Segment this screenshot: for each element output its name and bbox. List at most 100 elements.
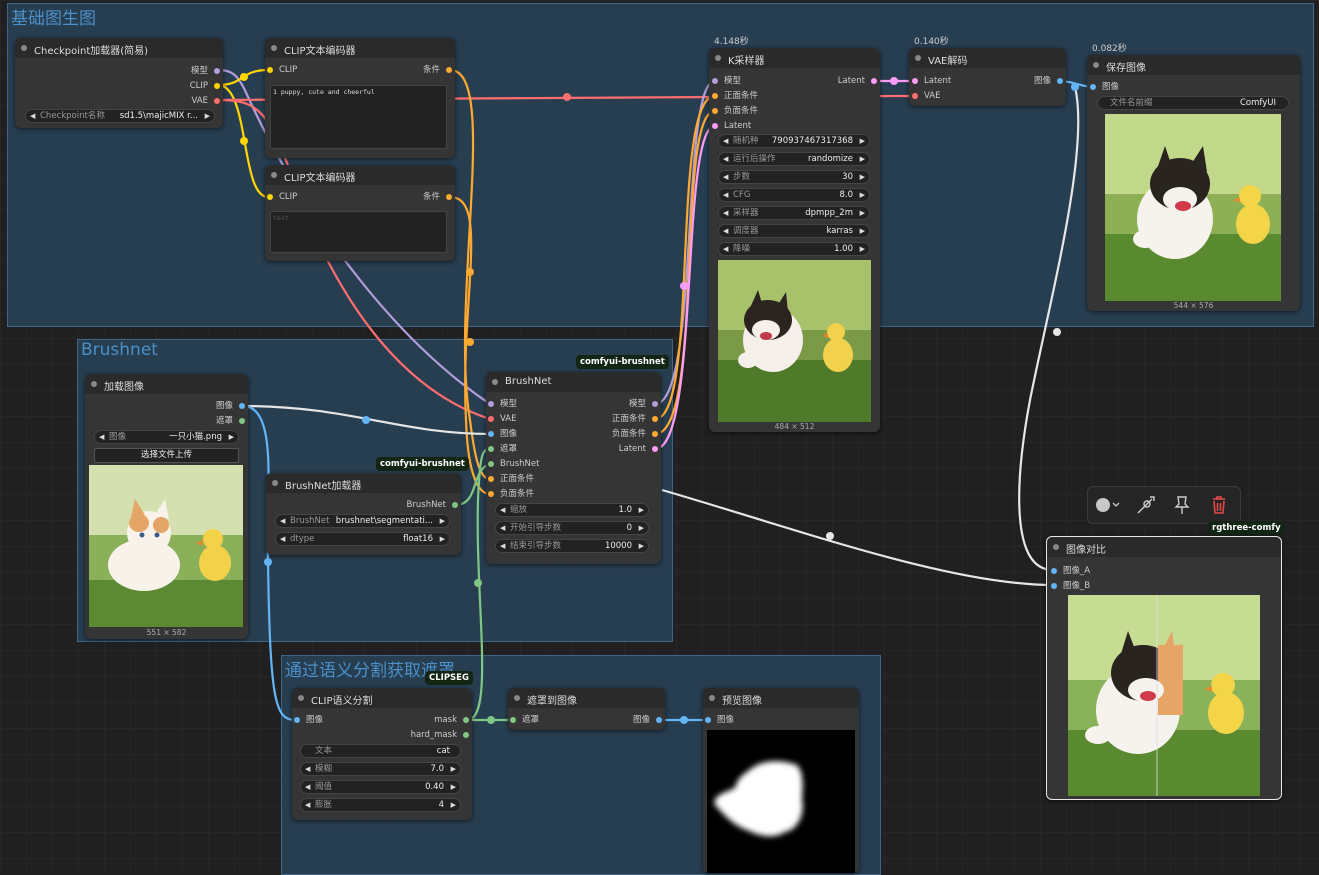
output-latent[interactable]: Latent — [619, 443, 658, 455]
sampler-widget[interactable]: ◀ 采样器 dpmpp_2m ▶ — [718, 206, 870, 220]
scheduler-widget[interactable]: ◀ 调度器 karras ▶ — [718, 224, 870, 238]
output-image[interactable]: 图像 — [216, 400, 245, 412]
collapse-dot-icon[interactable] — [709, 695, 715, 701]
input-latent[interactable]: Latent — [712, 120, 751, 132]
input-image[interactable]: 图像 — [488, 428, 517, 440]
collapse-dot-icon[interactable] — [1053, 544, 1059, 550]
output-brushnet[interactable]: BrushNet — [407, 499, 458, 511]
preview-image-node[interactable]: 预览图像 图像 — [703, 688, 859, 873]
output-mask[interactable]: mask — [434, 714, 469, 726]
collapse-dot-icon[interactable] — [915, 55, 921, 61]
ckpt-name-combo[interactable]: ◀ Checkpoint名称 sd1.5\majicMIX r... ▶ — [25, 109, 215, 123]
checkpoint-loader-node[interactable]: Checkpoint加载器(简易) 模型 CLIP VAE ◀ Checkpoin… — [15, 38, 223, 128]
input-mask[interactable]: 遮罩 — [488, 443, 517, 455]
clip-text-encode-positive[interactable]: CLIP文本编码器 CLIP 条件 1 puppy, cute and chee… — [265, 38, 455, 158]
input-image-a[interactable]: 图像_A — [1051, 565, 1090, 577]
compare-image[interactable] — [1068, 595, 1260, 796]
input-model[interactable]: 模型 — [712, 75, 741, 87]
ksampler-node[interactable]: K采样器 模型 正面条件 负面条件 Latent Latent ◀ 随机种 7909… — [709, 48, 880, 432]
vae-decode-node[interactable]: VAE解码 Latent VAE 图像 — [909, 48, 1066, 106]
loaded-image[interactable] — [89, 465, 243, 627]
start-at-widget[interactable]: ◀ 开始引导步数 0 ▶ — [495, 521, 649, 535]
output-model[interactable]: 模型 — [191, 65, 220, 77]
clipseg-node[interactable]: CLIP语义分割 图像 mask hard_mask 文本 cat ◀ 模糊 7.0 ▶… — [292, 688, 472, 820]
collapse-dot-icon[interactable] — [271, 172, 277, 178]
collapse-dot-icon[interactable] — [514, 695, 520, 701]
collapse-dot-icon[interactable] — [91, 381, 97, 387]
node-header[interactable]: BrushNet — [486, 372, 661, 392]
output-vae[interactable]: VAE — [192, 95, 220, 107]
text-field[interactable]: 文本 cat — [300, 744, 461, 758]
collapse-dot-icon[interactable] — [1093, 62, 1099, 68]
node-header[interactable]: CLIP文本编码器 — [265, 38, 455, 58]
input-negative[interactable]: 负面条件 — [712, 105, 758, 117]
dilation-widget[interactable]: ◀ 膨胀 4 ▶ — [300, 798, 461, 812]
input-negative[interactable]: 负面条件 — [488, 488, 534, 500]
node-header[interactable]: 保存图像 — [1087, 55, 1300, 75]
node-header[interactable]: VAE解码 — [909, 48, 1066, 68]
output-hard-mask[interactable]: hard_mask — [411, 729, 469, 741]
output-conditioning[interactable]: 条件 — [423, 191, 452, 203]
clip-text-encode-negative[interactable]: CLIP文本编码器 CLIP 条件 text — [265, 165, 455, 261]
threshold-widget[interactable]: ◀ 阈值 0.40 ▶ — [300, 780, 461, 794]
output-latent[interactable]: Latent — [838, 75, 877, 87]
prompt-textarea[interactable]: 1 puppy, cute and cheerful — [270, 85, 447, 149]
denoise-widget[interactable]: ◀ 降噪 1.00 ▶ — [718, 242, 870, 256]
delete-icon[interactable] — [1213, 496, 1225, 514]
save-image-node[interactable]: 保存图像 图像 文件名前缀 ComfyUI 544 × 576 — [1087, 55, 1300, 311]
ksampler-preview-image[interactable] — [718, 260, 871, 422]
output-image[interactable]: 图像 — [1034, 75, 1063, 87]
end-at-widget[interactable]: ◀ 结束引导步数 10000 ▶ — [495, 539, 649, 553]
input-image[interactable]: 图像 — [294, 714, 323, 726]
input-model[interactable]: 模型 — [488, 398, 517, 410]
input-mask[interactable]: 遮罩 — [510, 714, 539, 726]
output-model[interactable]: 模型 — [629, 398, 658, 410]
input-latent[interactable]: Latent — [912, 75, 951, 87]
input-brushnet[interactable]: BrushNet — [488, 458, 539, 470]
collapse-dot-icon[interactable] — [272, 480, 278, 486]
steps-widget[interactable]: ◀ 步数 30 ▶ — [718, 170, 870, 184]
output-negative[interactable]: 负面条件 — [612, 428, 658, 440]
node-header[interactable]: BrushNet加载器 — [266, 473, 461, 493]
input-image[interactable]: 图像 — [1090, 81, 1119, 93]
output-conditioning[interactable]: 条件 — [423, 64, 452, 76]
collapse-dot-icon[interactable] — [715, 55, 721, 61]
pin-icon[interactable] — [1174, 496, 1190, 514]
brushnet-loader-node[interactable]: BrushNet加载器 BrushNet ◀ BrushNet brushnet\… — [266, 473, 461, 555]
input-image[interactable]: 图像 — [705, 714, 734, 726]
control-after-generate-widget[interactable]: ◀ 运行后操作 randomize ▶ — [718, 152, 870, 166]
collapse-dot-icon[interactable] — [492, 379, 498, 385]
input-positive[interactable]: 正面条件 — [488, 473, 534, 485]
output-positive[interactable]: 正面条件 — [612, 413, 658, 425]
input-clip[interactable]: CLIP — [267, 191, 297, 203]
mask-preview-image[interactable] — [707, 730, 855, 873]
collapse-dot-icon[interactable] — [271, 45, 277, 51]
node-header[interactable]: 预览图像 — [703, 688, 859, 708]
bypass-icon[interactable] — [1137, 496, 1155, 514]
image-compare-node[interactable]: 图像对比 图像_A 图像_B — [1046, 536, 1282, 800]
mask-to-image-node[interactable]: 遮罩到图像 遮罩 图像 — [508, 688, 665, 730]
input-vae[interactable]: VAE — [912, 90, 940, 102]
node-header[interactable]: 加载图像 — [85, 374, 248, 394]
prompt-textarea[interactable]: text — [270, 211, 447, 253]
load-image-node[interactable]: 加载图像 图像 遮罩 ◀ 图像 一只小猫.png ▶ 选择文件上传 551 × 58… — [85, 374, 248, 639]
brushnet-model-combo[interactable]: ◀ BrushNet brushnet\segmentati... ▶ — [275, 514, 450, 528]
node-header[interactable]: 遮罩到图像 — [508, 688, 665, 708]
brushnet-node[interactable]: BrushNet 模型 VAE 图像 遮罩 BrushNet 正面条件 负面条件… — [486, 372, 661, 564]
output-clip[interactable]: CLIP — [190, 80, 220, 92]
scale-widget[interactable]: ◀ 缩放 1.0 ▶ — [495, 503, 649, 517]
color-icon[interactable] — [1096, 498, 1120, 512]
collapse-dot-icon[interactable] — [21, 45, 27, 51]
cfg-widget[interactable]: ◀ CFG 8.0 ▶ — [718, 188, 870, 202]
dtype-combo[interactable]: ◀ dtype float16 ▶ — [275, 532, 450, 546]
upload-button[interactable]: 选择文件上传 — [94, 448, 239, 463]
node-header[interactable]: Checkpoint加载器(简易) — [15, 38, 223, 58]
node-header[interactable]: CLIP文本编码器 — [265, 165, 455, 185]
input-positive[interactable]: 正面条件 — [712, 90, 758, 102]
node-header[interactable]: K采样器 — [709, 48, 880, 68]
blur-widget[interactable]: ◀ 模糊 7.0 ▶ — [300, 762, 461, 776]
input-clip[interactable]: CLIP — [267, 64, 297, 76]
output-image[interactable]: 图像 — [633, 714, 662, 726]
seed-widget[interactable]: ◀ 随机种 790937467317368 ▶ — [718, 134, 870, 148]
saved-image[interactable] — [1105, 114, 1281, 301]
